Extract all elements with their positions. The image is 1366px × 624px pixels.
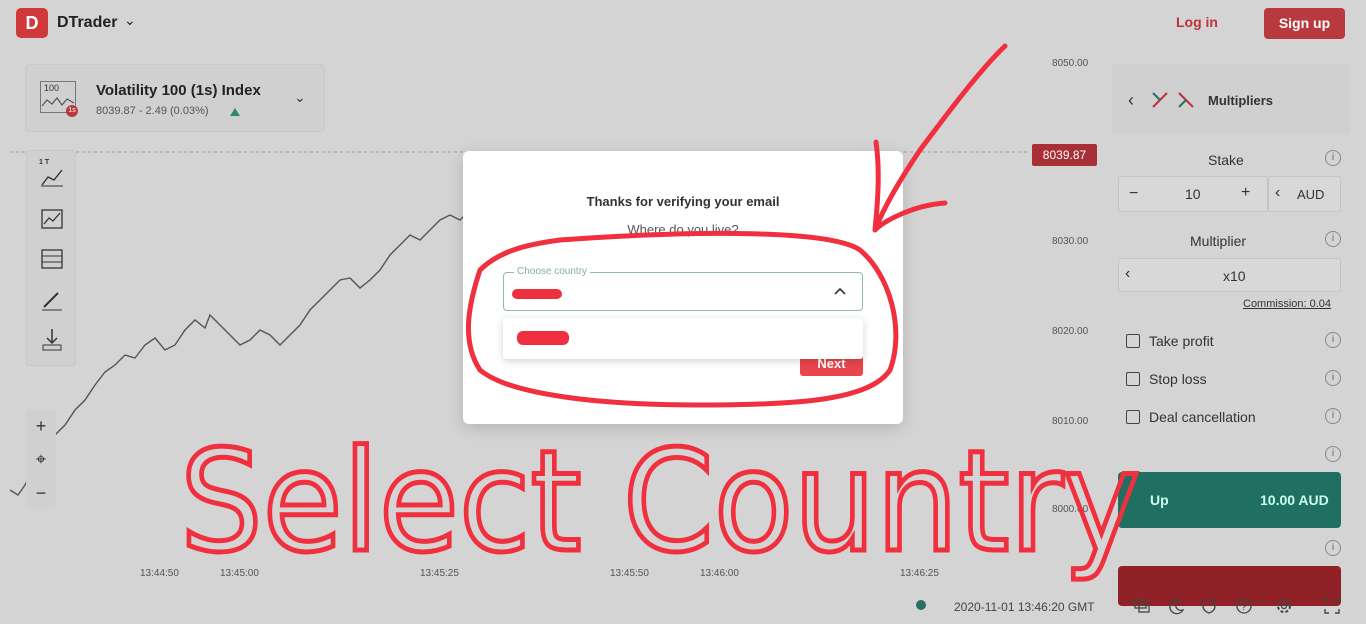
redacted-country-value — [512, 289, 562, 299]
settings-icon[interactable] — [1275, 597, 1293, 615]
country-field-label: Choose country — [514, 266, 591, 277]
stake-value[interactable]: 10 — [1185, 186, 1201, 202]
multiplier-label: Multiplier — [1190, 233, 1247, 249]
download-glyph — [42, 329, 62, 351]
theme-icon[interactable] — [1168, 597, 1186, 615]
country-option[interactable] — [517, 331, 569, 345]
trade-type-selector[interactable]: ‹ Multipliers — [1112, 64, 1350, 134]
price-axis-label: 8010.00 — [1052, 416, 1089, 427]
time-axis-label: 13:46:25 — [900, 568, 939, 579]
price-up-arrow-icon — [230, 108, 240, 116]
multiplier-down-icon — [1178, 92, 1194, 108]
time-axis-label: 13:45:00 — [220, 568, 259, 579]
time-axis-label: 13:46:00 — [700, 568, 739, 579]
stake-decrement-button[interactable]: − — [1129, 185, 1138, 203]
drawing-tools-icon[interactable] — [38, 285, 66, 313]
info-icon[interactable]: i — [1325, 540, 1341, 556]
up-label: Up — [1150, 492, 1169, 508]
tick-interval-label: 1 T — [39, 159, 50, 166]
purchase-down-button[interactable] — [1118, 566, 1341, 606]
verify-email-modal: Thanks for verifying your email Where do… — [463, 151, 903, 424]
help-icon[interactable]: ? — [1235, 597, 1253, 615]
symbol-name: Volatility 100 (1s) Index — [96, 82, 261, 99]
shield-icon[interactable] — [1200, 597, 1218, 615]
take-profit-label[interactable]: Take profit — [1149, 333, 1214, 349]
country-select[interactable]: Choose country — [503, 266, 863, 311]
zoom-in-button[interactable]: + — [30, 415, 52, 437]
app-brand-name[interactable]: DTrader — [57, 14, 117, 32]
deal-cancellation-checkbox[interactable] — [1126, 410, 1140, 424]
symbol-price: 8039.87 - 2.49 (0.03%) — [96, 105, 209, 117]
time-axis-label: 13:45:50 — [610, 568, 649, 579]
price-axis-label: 8030.00 — [1052, 236, 1089, 247]
modal-title: Thanks for verifying your email — [586, 194, 780, 209]
stake-increment-button[interactable]: + — [1241, 184, 1250, 202]
templates-icon[interactable] — [38, 245, 66, 273]
chevron-up-icon[interactable] — [832, 283, 848, 299]
chevron-down-icon[interactable]: ⌄ — [124, 12, 136, 29]
chat-icon[interactable] — [1133, 597, 1151, 615]
time-axis-label: 13:45:25 — [420, 568, 459, 579]
modal-subtitle: Where do you live? — [627, 222, 739, 237]
info-icon[interactable]: i — [1325, 231, 1341, 247]
info-icon[interactable]: i — [1325, 408, 1341, 424]
crosshair-icon[interactable]: ⌖ — [30, 448, 52, 470]
chart-toolbar: 1 T — [26, 150, 76, 366]
server-time: 2020-11-01 13:46:20 GMT — [954, 600, 1095, 614]
multiplier-value: x10 — [1223, 268, 1246, 284]
price-axis-label: 8020.00 — [1052, 326, 1089, 337]
country-dropdown — [503, 318, 863, 359]
templates-glyph — [41, 249, 63, 269]
symbol-badge: 1s — [66, 105, 78, 117]
stop-loss-label[interactable]: Stop loss — [1149, 371, 1207, 387]
multiplier-selector[interactable]: ‹ x10 — [1118, 258, 1341, 292]
info-icon[interactable]: i — [1325, 370, 1341, 386]
price-line — [10, 209, 471, 496]
multiplier-chevron-icon: ‹ — [1125, 265, 1131, 282]
multiplier-up-icon — [1152, 92, 1168, 108]
zoom-out-button[interactable]: − — [30, 482, 52, 504]
info-icon[interactable]: i — [1325, 446, 1341, 462]
pencil-glyph — [42, 292, 62, 311]
commission-text: Commission: 0.04 — [1243, 298, 1332, 310]
download-icon[interactable] — [38, 325, 66, 353]
indicators-glyph — [41, 209, 63, 229]
chart-type-icon[interactable]: 1 T — [38, 159, 66, 189]
deal-cancellation-label[interactable]: Deal cancellation — [1149, 409, 1256, 425]
currency-value: AUD — [1297, 187, 1325, 202]
stake-input[interactable]: − 10 + — [1118, 176, 1268, 212]
login-button[interactable]: Log in — [1176, 14, 1218, 30]
svg-text:?: ? — [1241, 602, 1247, 613]
take-profit-checkbox[interactable] — [1126, 334, 1140, 348]
connection-status-icon — [916, 600, 926, 610]
trade-panel: ‹ Multipliers Stake i − 10 + ‹ AUD Multi… — [1112, 64, 1350, 624]
back-chevron-icon[interactable]: ‹ — [1128, 90, 1134, 111]
current-price-tag: 8039.87 — [1032, 144, 1097, 166]
indicators-icon[interactable] — [38, 205, 66, 233]
currency-chevron-icon: ‹ — [1275, 184, 1281, 201]
currency-selector[interactable]: ‹ AUD — [1268, 176, 1341, 212]
info-icon[interactable]: i — [1325, 150, 1341, 166]
time-axis-label: 13:44:50 — [140, 568, 179, 579]
stake-label: Stake — [1208, 152, 1244, 168]
deriv-logo[interactable]: D — [16, 8, 48, 38]
info-icon[interactable]: i — [1325, 332, 1341, 348]
purchase-up-button[interactable]: Up 10.00 AUD — [1118, 472, 1341, 528]
stop-loss-checkbox[interactable] — [1126, 372, 1140, 386]
zoom-controls: + ⌖ − — [26, 410, 56, 508]
price-axis-label: 8050.00 — [1052, 58, 1089, 69]
fullscreen-icon[interactable] — [1323, 597, 1341, 615]
chevron-down-icon[interactable]: ⌄ — [294, 89, 306, 106]
signup-button[interactable]: Sign up — [1264, 8, 1345, 39]
price-axis-label: 8000.00 — [1052, 504, 1089, 515]
symbol-icon-text: 100 — [44, 83, 60, 93]
up-amount: 10.00 AUD — [1260, 492, 1329, 508]
app-header: D DTrader ⌄ Log in Sign up — [0, 0, 1366, 46]
symbol-selector[interactable]: 100 1s Volatility 100 (1s) Index 8039.87… — [25, 64, 325, 132]
trade-type-label: Multipliers — [1208, 93, 1274, 108]
